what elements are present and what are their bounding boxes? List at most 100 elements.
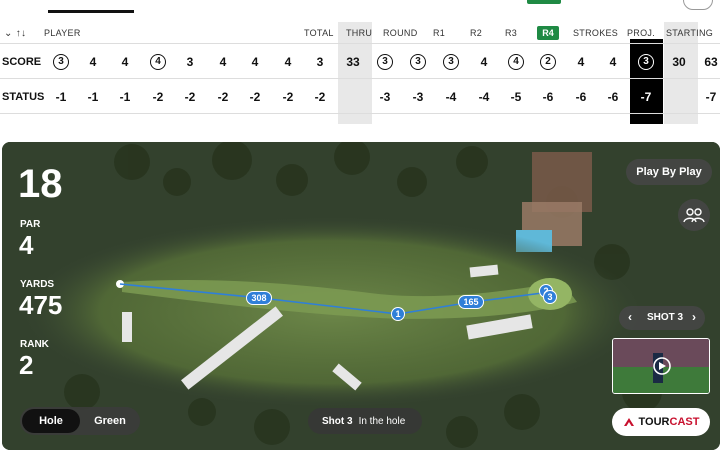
toggle-hole-option[interactable]: Hole [22,409,80,433]
shot-marker-1[interactable]: 1 [391,307,405,321]
shot-nav-label: SHOT 3 [647,312,684,323]
score-row-cell: 4 [500,44,532,79]
sort-icon[interactable]: ⌄ ↑↓ [4,28,26,39]
header-player[interactable]: PLAYER [44,28,81,38]
score-row-cell: 3 [45,44,77,79]
status-row-cell: -4 [445,89,457,104]
status-row-cell: -6 [575,89,587,104]
score-row-cell: 4 [609,54,617,69]
header-round: ROUND [383,28,418,38]
app-root: ⌄ ↑↓ PLAYER TOTAL THRU ROUND R1 R2 R3 R4… [0,0,720,450]
status-row-cell: -2 [184,89,196,104]
score-row-circled-value: 4 [150,53,166,70]
score-row-cell: 4 [480,54,488,69]
chevron-left-icon[interactable]: ‹ [628,310,632,324]
status-row-cell: -7 [705,89,717,104]
score-row-circled-value: 3 [443,53,459,70]
header-total: TOTAL [304,28,334,38]
score-row-circled-value: 3 [53,53,69,70]
header-r4[interactable]: R4 [537,26,559,40]
chevron-right-icon[interactable]: › [692,310,696,324]
tourcast-label-b: CAST [669,416,700,428]
score-row-circled-value: 3 [410,53,426,70]
score-row-circled-value: 2 [540,53,556,70]
shot-status-shot: Shot 3 [322,415,353,427]
score-row-cell: 3 [186,54,194,69]
score-row-circled-value: 3 [638,53,654,70]
score-row-cell: 4 [219,54,227,69]
scorecard: ⌄ ↑↓ PLAYER TOTAL THRU ROUND R1 R2 R3 R4… [0,22,720,124]
score-row-cell: 63 [704,54,718,69]
score-row-cell: 3 [630,44,662,79]
nav-more-button[interactable] [683,0,713,10]
shot-video-thumbnail[interactable] [612,338,710,394]
par-value: 4 [19,230,34,260]
hole-number: 18 [18,162,63,206]
header-thru: THRU [346,28,373,38]
score-row-cell: 2 [532,44,564,79]
score-row-cell: 4 [577,54,585,69]
course-map[interactable]: 18 PAR 4 YARDS 475 RANK 2 308 1 165 2 3 … [2,142,720,450]
status-row-cell: -5 [510,89,522,104]
status-row-cell: -2 [314,89,326,104]
shot-marker-308[interactable]: 308 [246,291,272,305]
score-label: SCORE [2,56,42,68]
rank-value: 2 [19,350,34,380]
shot-status-text: In the hole [358,415,406,427]
hole-green-toggle: Hole Green [20,407,140,435]
score-row-cell: 30 [672,54,686,69]
score-row-circled-value: 4 [508,53,524,70]
header-r3: R3 [505,28,518,38]
tourcast-logo-icon [623,418,634,426]
status-row-cell: -6 [607,89,619,104]
score-row-cell: 4 [121,54,129,69]
status-row-cell: -3 [412,89,424,104]
active-tab-underline [48,10,134,13]
status-row-cell: -3 [379,89,391,104]
status-row-cell: -1 [119,89,131,104]
header-proj: PROJ. [627,28,656,38]
toggle-green-option[interactable]: Green [82,409,138,433]
par-label: PAR [20,219,41,230]
tourcast-label-a: TOUR [638,416,670,428]
score-row: SCORE 3 4 4 4 3 4 4 4 3 33 3 3 3 4 4 2 4 4 3 30 63 [0,44,720,79]
score-row-cell: 4 [89,54,97,69]
status-row-cell: -6 [542,89,554,104]
video-preview [613,339,709,393]
group-view-button[interactable] [678,199,710,231]
status-row-cell: -2 [282,89,294,104]
play-by-play-button[interactable]: Play By Play [626,159,712,185]
status-row-cell: -1 [55,89,67,104]
score-row-cell: 4 [251,54,259,69]
header-starting: STARTING [666,28,714,38]
shot-marker-165[interactable]: 165 [458,295,484,309]
people-group-icon [683,208,705,223]
status-row-cell: -2 [249,89,261,104]
status-row-cell: -2 [152,89,164,104]
score-row-cell: 3 [316,54,324,69]
status-label: STATUS [2,91,45,103]
scorecard-header: ⌄ ↑↓ PLAYER TOTAL THRU ROUND R1 R2 R3 R4… [0,22,720,44]
status-row-cell: -2 [217,89,229,104]
yards-label: YARDS [20,279,55,290]
status-row: STATUS -1 -1 -1 -2 -2 -2 -2 -2 -2 -3 -3 -4 -4 -5 -6 -6 -… [0,79,720,114]
status-row-cell [663,79,695,114]
score-row-cell: 3 [402,44,434,79]
score-row-cell: 4 [142,44,174,79]
shot-navigator: ‹ SHOT 3 › [619,306,705,330]
score-row-cell: 3 [369,44,401,79]
shot-marker-3[interactable]: 3 [543,290,557,304]
tourcast-button[interactable]: TOUR CAST [612,408,710,436]
shot-status-pill: Shot 3 In the hole [308,408,422,434]
score-row-cell: 4 [284,54,292,69]
header-r1: R1 [433,28,446,38]
map-background [2,142,720,450]
header-strokes: STROKES [573,28,619,38]
header-r2: R2 [470,28,483,38]
status-row-cell: -7 [640,89,652,104]
score-row-cell: 3 [435,44,467,79]
score-row-cell: 33 [346,54,360,69]
rank-label: RANK [20,339,49,350]
top-nav [0,0,720,14]
nav-green-tab[interactable] [527,0,561,4]
